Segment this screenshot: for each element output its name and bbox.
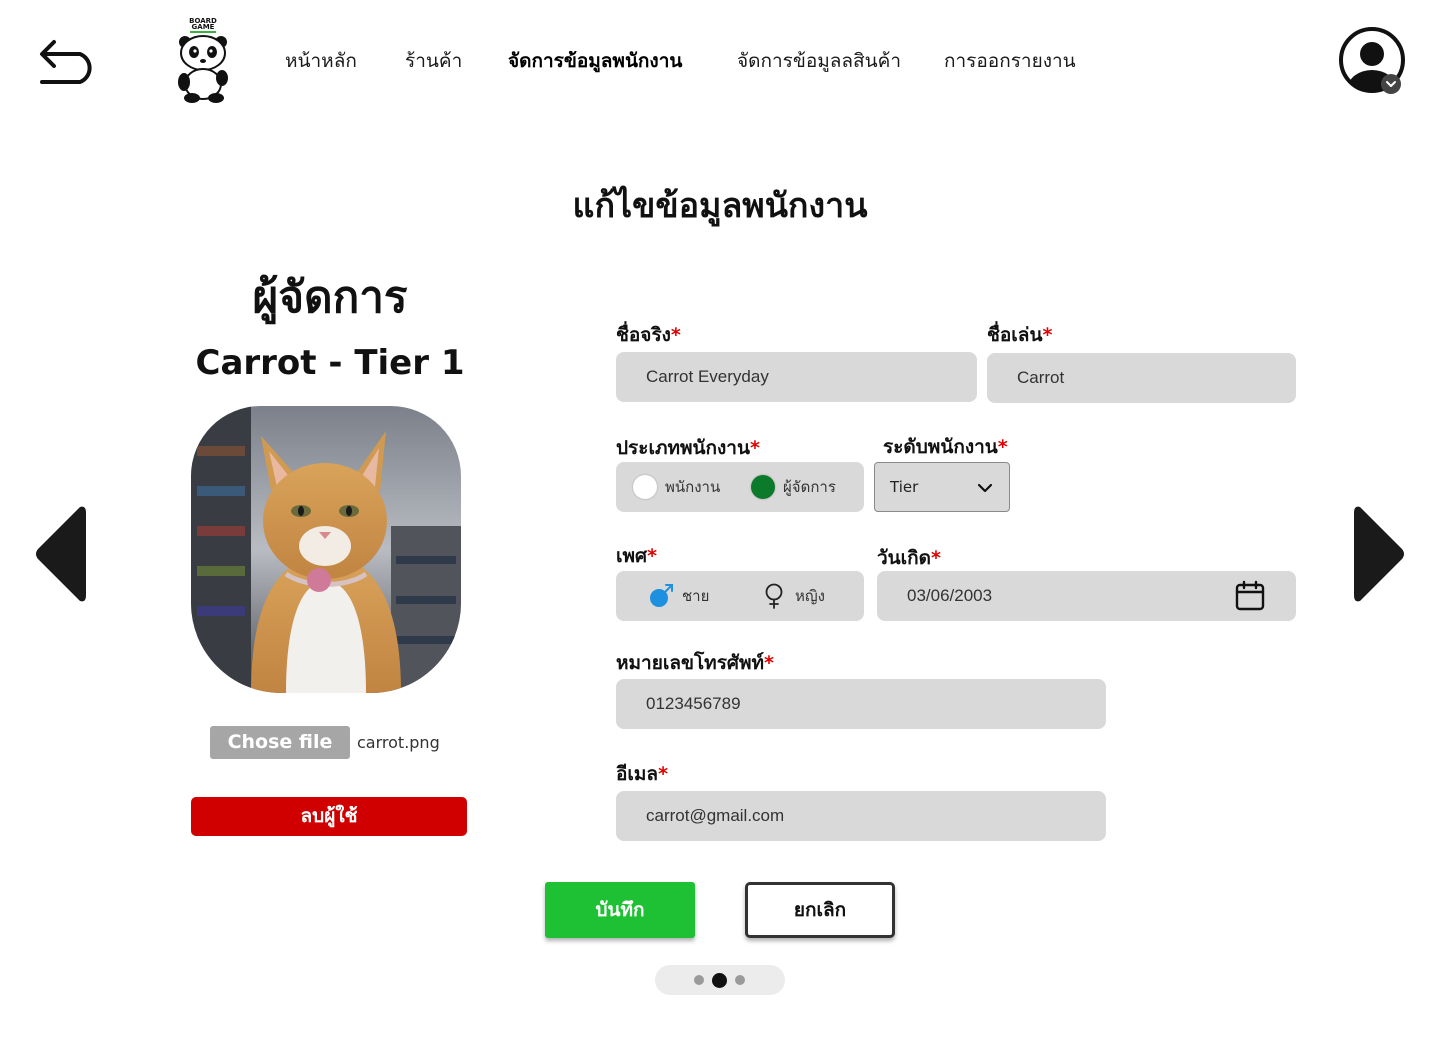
employee-level-select[interactable]: Tier: [874, 462, 1010, 512]
birthdate-label: วันเกิด*: [877, 547, 941, 569]
nav-item-home[interactable]: หน้าหลัก: [285, 46, 357, 76]
nickname-field[interactable]: [987, 353, 1296, 403]
employee-type-staff-label: พนักงาน: [665, 478, 721, 496]
phone-input[interactable]: [616, 679, 1106, 729]
gender-option-female[interactable]: หญิง: [761, 571, 825, 621]
pagination-dots: [655, 965, 785, 995]
gender-radio-group: ชาย หญิง: [616, 571, 864, 621]
birthdate-field[interactable]: [877, 571, 1296, 621]
delete-user-button[interactable]: ลบผู้ใช้: [191, 797, 467, 836]
phone-label: หมายเลขโทรศัพท์*: [616, 652, 774, 674]
email-label: อีเมล*: [616, 763, 669, 785]
cancel-button[interactable]: ยกเลิก: [745, 882, 895, 938]
employee-type-option-manager[interactable]: ผู้จัดการ: [751, 462, 836, 512]
previous-arrow-icon[interactable]: [30, 503, 88, 605]
gender-male-label: ชาย: [682, 587, 710, 605]
page-title: แก้ไขข้อมูลพนักงาน: [572, 186, 868, 226]
female-icon[interactable]: [761, 583, 787, 609]
nickname-label: ชื่อเล่น*: [987, 324, 1053, 346]
employee-level-label: ระดับพนักงาน*: [883, 436, 1008, 458]
gender-label: เพศ*: [616, 545, 658, 567]
real-name-label: ชื่อจริง*: [616, 324, 681, 346]
nav-item-manage-employees[interactable]: จัดการข้อมูลพนักงาน: [508, 46, 682, 76]
nav-item-manage-products[interactable]: จัดการข้อมูลลสินค้า: [737, 46, 901, 76]
panda-logo[interactable]: BOARD GAME: [172, 16, 234, 104]
phone-field[interactable]: [616, 679, 1106, 729]
nav-item-reports[interactable]: การออกรายงาน: [944, 46, 1076, 76]
calendar-icon[interactable]: [1234, 580, 1266, 612]
employee-type-option-staff[interactable]: พนักงาน: [633, 462, 720, 512]
user-avatar-icon[interactable]: [1338, 26, 1410, 98]
employee-type-manager-label: ผู้จัดการ: [783, 478, 836, 496]
gender-option-male[interactable]: ชาย: [648, 571, 709, 621]
radio-selected-icon[interactable]: [751, 475, 775, 499]
nav-item-shop[interactable]: ร้านค้า: [405, 46, 462, 76]
chevron-down-badge-icon[interactable]: [1381, 74, 1401, 94]
gender-female-label: หญิง: [795, 587, 825, 605]
email-input[interactable]: [616, 791, 1106, 841]
chevron-down-icon: [977, 483, 993, 493]
employee-level-value: Tier: [890, 478, 919, 496]
email-field[interactable]: [616, 791, 1106, 841]
real-name-input[interactable]: [616, 352, 977, 402]
file-name: carrot.png: [357, 733, 440, 752]
nickname-input[interactable]: [987, 353, 1296, 403]
back-icon[interactable]: [36, 34, 102, 88]
employee-type-label: ประเภทพนักงาน*: [616, 437, 760, 459]
page-dot-1[interactable]: [694, 975, 704, 985]
logo-text-game: GAME: [192, 23, 215, 31]
save-button[interactable]: บันทึก: [545, 882, 695, 938]
page-dot-2[interactable]: [712, 973, 727, 988]
next-arrow-icon[interactable]: [1352, 503, 1410, 605]
male-icon[interactable]: [648, 583, 674, 609]
employee-photo: [191, 406, 461, 693]
employee-type-radio-group: พนักงาน ผู้จัดการ: [616, 462, 864, 512]
employee-name-tier: Carrot - Tier 1: [195, 343, 465, 383]
role-title: ผู้จัดการ: [252, 272, 408, 323]
real-name-field[interactable]: [616, 352, 977, 402]
choose-file-button[interactable]: Chose file: [210, 726, 350, 759]
radio-unselected-icon[interactable]: [633, 475, 657, 499]
page-dot-3[interactable]: [735, 975, 745, 985]
